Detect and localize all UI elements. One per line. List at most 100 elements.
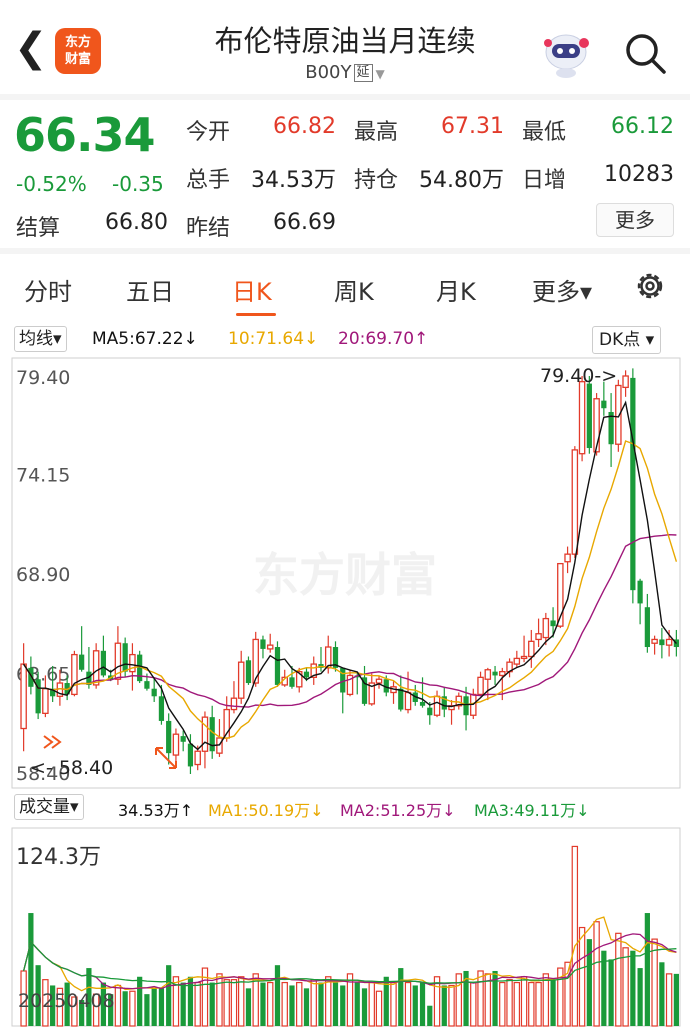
settlement-value: 66.80 — [105, 210, 168, 235]
volume-bar-up — [593, 921, 600, 1027]
last-price: 66.34 — [14, 108, 156, 162]
gear-icon[interactable] — [632, 268, 668, 304]
code-text: B00Y — [305, 62, 352, 83]
volume-bar-down — [412, 985, 418, 1026]
back-arrow-icon[interactable]: ❮ — [14, 28, 48, 70]
candlestick-chart[interactable]: 东方财富79.4074.1568.9063.6558.4079.40-><- 5… — [0, 356, 690, 792]
assistant-robot-icon[interactable] — [538, 25, 594, 81]
search-icon[interactable] — [622, 30, 668, 76]
volume-bar-up — [571, 845, 579, 1027]
volume-bar-up — [375, 990, 383, 1027]
volume-bar-down — [340, 985, 346, 1026]
dk-point-button[interactable]: DK点 ▾ — [592, 326, 662, 354]
min-price-marker: <- 58.40 — [30, 757, 113, 779]
candle-down — [260, 639, 266, 649]
more-button[interactable]: 更多 — [596, 203, 674, 237]
delayed-tag: 延 — [353, 64, 373, 82]
volume-bar-down — [187, 976, 194, 1026]
candle-down — [637, 580, 643, 604]
prev-settlement-value: 66.69 — [273, 210, 336, 235]
tab-five-day[interactable]: 五日 — [126, 272, 174, 307]
instrument-code[interactable]: B00Y 延 ▼ — [150, 62, 540, 83]
vol-ma2-value: MA2:51.25万↓ — [340, 801, 456, 820]
volume-bar-up — [223, 979, 230, 1027]
volume-bar-down — [361, 988, 368, 1026]
volume-bar-up — [651, 938, 658, 1027]
high-value: 67.31 — [441, 114, 504, 139]
volume-bar-down — [137, 976, 143, 1026]
candle-down — [419, 701, 426, 706]
volume-bar-up — [622, 947, 629, 1027]
volume-bar-up — [296, 981, 303, 1027]
candle-down — [166, 720, 172, 754]
open-interest-label: 持仓 — [354, 168, 399, 193]
volume-bar-down — [166, 965, 172, 1026]
daily-increase-label: 日增 — [522, 168, 567, 193]
volume-bar-down — [151, 988, 157, 1026]
daily-increase-value: 10283 — [604, 162, 674, 187]
y-tick-label: 74.15 — [16, 465, 70, 487]
volume-bar-up — [390, 981, 397, 1027]
candle-down — [644, 607, 650, 648]
open-interest-value: 54.80万 — [419, 168, 504, 193]
tab-daily-k[interactable]: 日K — [232, 272, 272, 307]
volume-bar-down — [318, 982, 324, 1026]
volume-bar-up — [230, 979, 238, 1027]
volume-bar-down — [158, 988, 165, 1026]
tab-more[interactable]: 更多▾ — [532, 272, 592, 307]
candle-down — [274, 647, 281, 685]
header: ❮ 东方财富 布伦特原油当月连续 B00Y 延 ▼ — [0, 0, 690, 92]
candle-up — [71, 653, 78, 696]
candle-up — [622, 375, 629, 389]
expand-arrow-icon — [43, 735, 62, 749]
candle-up — [172, 733, 180, 756]
volume-bar-up — [542, 973, 550, 1027]
tab-weekly-k[interactable]: 周K — [334, 272, 374, 307]
chevron-down-icon: ▼ — [375, 67, 385, 81]
volume-bar-up — [513, 981, 521, 1027]
candle-up — [433, 695, 441, 716]
volume-bar-down — [441, 985, 447, 1026]
volume-bar-up — [194, 981, 201, 1027]
candle-down — [340, 667, 346, 693]
ma20-value: 20:69.70↑ — [338, 329, 429, 349]
volume-bar-up — [448, 984, 455, 1027]
volume-label: 总手 — [186, 168, 231, 193]
volume-bar-up — [310, 979, 317, 1027]
volume-bar-down — [673, 973, 679, 1026]
settlement-label: 结算 — [16, 216, 61, 241]
volume-bar-up — [368, 981, 375, 1027]
volume-bar-up — [129, 990, 136, 1027]
volume-bar-up — [477, 970, 484, 1027]
candle-up — [564, 553, 571, 563]
tab-intraday[interactable]: 分时 — [24, 272, 72, 307]
tab-monthly-k[interactable]: 月K — [436, 272, 476, 307]
candle-down — [144, 681, 150, 689]
candle-down — [245, 660, 252, 684]
change-percent: -0.52% — [16, 172, 87, 196]
candle-down — [100, 650, 107, 676]
volume-bar-down — [419, 982, 426, 1026]
candle-up — [20, 663, 27, 730]
candle-up — [571, 449, 579, 555]
volume-bar-up — [615, 932, 622, 1027]
candle-up — [230, 697, 238, 711]
candle-down — [630, 377, 636, 591]
candle-down — [659, 639, 665, 646]
volume-max-label: 124.3万 — [16, 845, 101, 870]
volume-bar-up — [528, 981, 535, 1027]
divider — [0, 248, 690, 254]
volume-bar-down — [122, 991, 128, 1026]
candle-down — [586, 383, 592, 449]
indicator-select[interactable]: 均线▾ — [14, 326, 67, 352]
volume-bar-down — [659, 962, 665, 1026]
volume-current: 34.53万↑ — [118, 801, 194, 820]
y-tick-label: 79.40 — [16, 367, 70, 389]
active-tab-indicator — [236, 313, 276, 316]
candle-up — [194, 750, 201, 766]
candle-down — [303, 671, 310, 678]
volume-legend: 成交量▾ 34.53万↑ MA1:50.19万↓ MA2:51.25万↓ MA3… — [0, 794, 690, 822]
high-label: 最高 — [354, 120, 399, 145]
volume-indicator-select[interactable]: 成交量▾ — [14, 794, 84, 820]
candle-down — [601, 400, 607, 409]
